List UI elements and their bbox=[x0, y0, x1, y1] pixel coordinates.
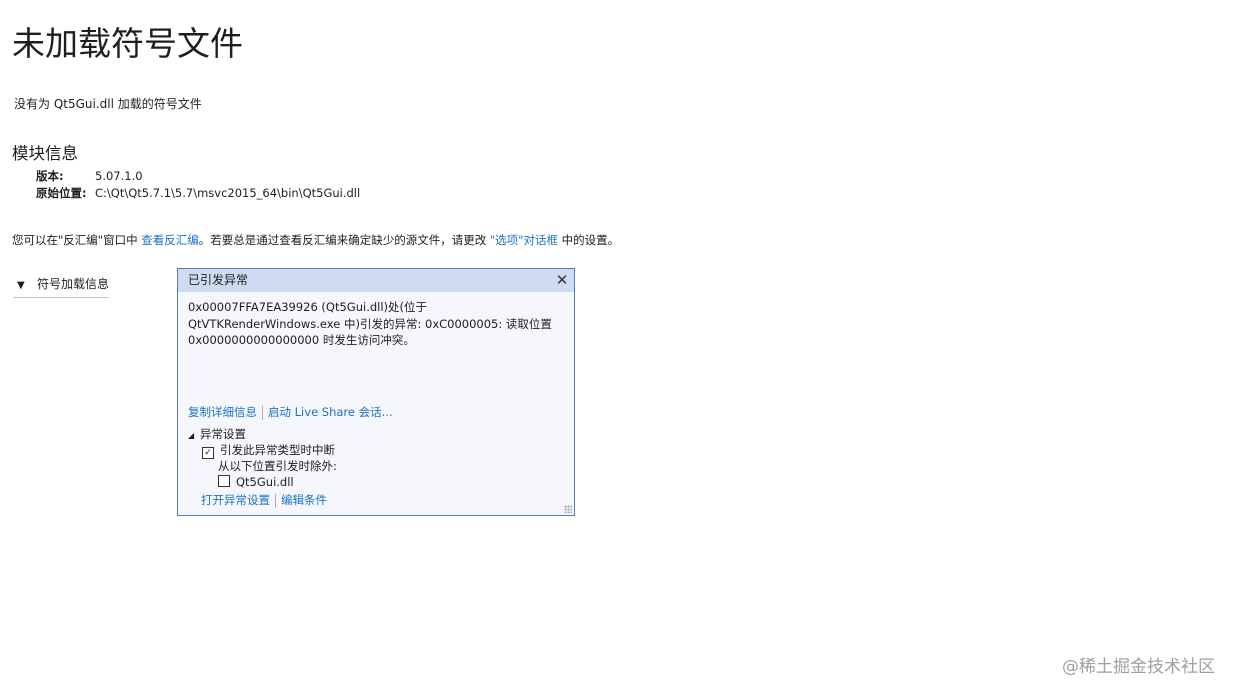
symbol-load-info-toggle[interactable]: ▼ 符号加载信息 bbox=[13, 275, 109, 298]
exception-popup-header: 已引发异常 ✕ bbox=[178, 269, 574, 292]
break-when-thrown-row[interactable]: ✓ 引发此异常类型时中断 bbox=[202, 442, 335, 459]
except-module-row[interactable]: Qt5Gui.dll bbox=[218, 474, 294, 490]
version-label: 版本: bbox=[36, 169, 64, 183]
except-module-checkbox[interactable] bbox=[218, 475, 230, 487]
except-module-label: Qt5Gui.dll bbox=[236, 475, 294, 489]
open-exception-settings-link[interactable]: 打开异常设置 bbox=[201, 493, 270, 507]
location-label: 原始位置: bbox=[36, 186, 87, 200]
page-subtitle: 没有为 Qt5Gui.dll 加载的符号文件 bbox=[14, 97, 202, 111]
exception-message: 0x00007FFA7EA39926 (Qt5Gui.dll)处(位于 QtVT… bbox=[188, 299, 552, 349]
version-value: 5.07.1.0 bbox=[95, 169, 143, 183]
symbol-load-info-label: 符号加载信息 bbox=[37, 277, 110, 291]
exception-popup: 已引发异常 ✕ 0x00007FFA7EA39926 (Qt5Gui.dll)处… bbox=[177, 268, 575, 516]
exception-message-line: QtVTKRenderWindows.exe 中)引发的异常: 0xC00000… bbox=[188, 316, 552, 331]
view-disassembly-link[interactable]: 查看反汇编 bbox=[141, 233, 199, 247]
disassembly-hint: 您可以在"反汇编"窗口中 查看反汇编。若要总是通过查看反汇编来确定缺少的源文件，… bbox=[12, 232, 619, 249]
module-info-heading: 模块信息 bbox=[12, 144, 78, 163]
resize-grip-icon[interactable] bbox=[564, 505, 572, 513]
chevron-down-icon: ▼ bbox=[17, 280, 25, 291]
exception-settings-heading: 异常设置 bbox=[200, 427, 246, 441]
close-icon[interactable]: ✕ bbox=[553, 271, 571, 289]
break-when-thrown-checkbox[interactable]: ✓ bbox=[202, 447, 214, 459]
separator bbox=[275, 493, 276, 508]
exception-popup-title: 已引发异常 bbox=[188, 273, 249, 287]
page-title: 未加载符号文件 bbox=[12, 24, 243, 63]
separator bbox=[262, 405, 263, 420]
watermark: @稀土掘金技术社区 bbox=[1062, 657, 1215, 677]
exception-message-line: 0x00007FFA7EA39926 (Qt5Gui.dll)处(位于 bbox=[188, 300, 428, 314]
copy-details-link[interactable]: 复制详细信息 bbox=[188, 405, 257, 419]
exception-settings-links: 打开异常设置 编辑条件 bbox=[201, 492, 327, 508]
edit-conditions-link[interactable]: 编辑条件 bbox=[281, 493, 327, 507]
options-dialog-link[interactable]: "选项"对话框 bbox=[490, 233, 558, 247]
exception-message-line: 0x0000000000000000 时发生访问冲突。 bbox=[188, 333, 415, 347]
hint-text-before: 您可以在"反汇编"窗口中 bbox=[12, 233, 142, 247]
location-value: C:\Qt\Qt5.7.1\5.7\msvc2015_64\bin\Qt5Gui… bbox=[95, 186, 361, 200]
hint-text-after: 中的设置。 bbox=[557, 233, 620, 247]
live-share-link[interactable]: 启动 Live Share 会话... bbox=[268, 405, 393, 419]
break-when-thrown-label: 引发此异常类型时中断 bbox=[220, 443, 335, 457]
hint-text-middle: 。若要总是通过查看反汇编来确定缺少的源文件，请更改 bbox=[198, 233, 490, 247]
collapse-triangle-icon: ◢ bbox=[188, 431, 195, 440]
exception-actions: 复制详细信息 启动 Live Share 会话... bbox=[188, 404, 393, 420]
except-when-label: 从以下位置引发时除外: bbox=[218, 459, 337, 473]
